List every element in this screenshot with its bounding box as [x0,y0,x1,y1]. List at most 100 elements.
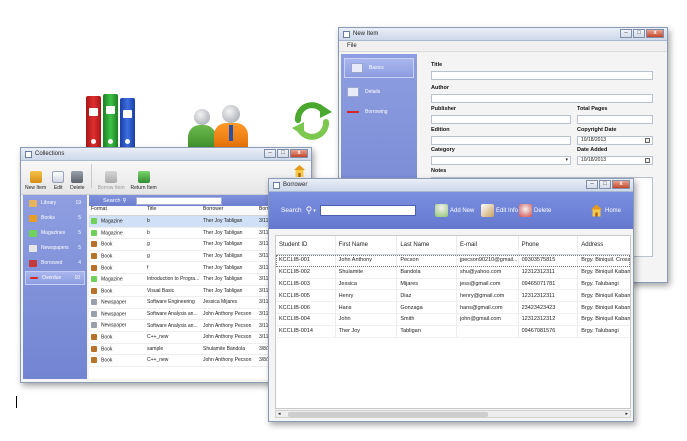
trash-icon [71,171,84,183]
newspaper-icon [91,310,97,317]
calendar-icon[interactable] [645,138,650,143]
copyright-date-label: Copyright Date [577,127,617,133]
book-icon [91,264,97,271]
add-user-icon [435,204,448,217]
text-cursor [16,396,17,408]
sidebar-item-borrowing[interactable]: Borrowing [341,102,417,122]
toolbar-separator [90,164,92,188]
book-icon [91,287,97,294]
minimize-button[interactable]: – [620,29,632,38]
title-label: Title [431,62,443,68]
search-icon: ⚲ [122,197,127,204]
table-row[interactable]: KCCLIB-006 Hans Gonzaga hans@gmail.com 23423… [276,302,630,314]
book-icon [91,357,97,364]
maximize-button[interactable]: □ [599,180,611,189]
add-new-button[interactable]: Add New [435,204,474,217]
delete-button[interactable]: Delete [70,171,85,191]
books-icon [84,92,154,152]
sidebar-item-library[interactable]: Library 19 [25,196,85,210]
book-icon [91,252,97,259]
scrollbar-thumb[interactable] [288,412,488,417]
scroll-right-icon[interactable]: ▸ [625,411,628,417]
borrower-window: Borrower – □ x Search ⚲ ▾ Add New Edit I… [268,178,634,422]
total-pages-label: Total Pages [577,106,608,112]
search-input[interactable] [319,205,416,216]
table-row[interactable]: KCCLIB-004 John Smith john@gmail.com 1231231… [276,313,630,326]
return-item-button[interactable]: Return Item [131,171,157,191]
borrow-item-button[interactable]: Borrow Item [98,171,125,191]
date-added-label: Date Added [577,147,608,153]
table-row[interactable]: KCCLIB-005 Henry Diaz henry@gmail.com 123123… [276,290,630,303]
home-button[interactable]: Home [591,204,621,217]
table-row[interactable]: KCCLIB-0014 Ther Joy Tabligan 09467081576 Br… [276,325,630,338]
sidebar-item-basics[interactable]: Basics [344,58,414,78]
title-input[interactable] [431,71,653,80]
library-icon [29,199,37,207]
edit-info-button[interactable]: Edit Info [481,204,518,217]
new-item-button[interactable]: New Item [25,171,46,191]
category-select[interactable]: ▾ [431,156,571,165]
sidebar-item-magazines[interactable]: Magazines 5 [25,226,85,240]
refresh-arrows-icon [292,102,332,140]
sidebar-item-borrowed[interactable]: Borrowed 4 [25,256,85,270]
return-item-icon [137,171,150,183]
close-button[interactable]: x [290,149,308,158]
sidebar-item-overdue[interactable]: Overdue 10 [25,271,85,285]
scroll-left-icon[interactable]: ◂ [278,411,281,417]
table-header: Student ID First Name Last Name E-mail P… [276,236,630,255]
borrower-titlebar: Borrower – □ x [269,179,633,192]
chevron-down-icon[interactable]: ▾ [313,208,316,214]
author-input[interactable] [431,94,653,103]
total-pages-input[interactable] [577,115,653,124]
calendar-icon[interactable] [645,158,650,163]
maximize-button[interactable]: □ [633,29,645,38]
horizontal-scrollbar[interactable]: ◂ ▸ [275,410,631,418]
window-title: Collections [35,151,65,157]
delete-user-icon [519,204,532,217]
table-row[interactable]: KCCLIB-003 Jessica Mijares jess@gmail.com 09… [276,278,630,291]
search-icon[interactable]: ⚲ [306,205,313,216]
book-icon [29,214,37,222]
window-icon [25,150,32,158]
publisher-input[interactable] [431,115,571,124]
table-row[interactable]: KCCLIB-002 Shulamite Bandola shu@yahoo.com 1… [276,266,630,279]
book-icon [91,241,97,248]
close-button[interactable]: x [612,180,630,189]
new-item-icon [29,171,42,183]
magazine-icon [91,218,97,225]
window-icon [273,181,280,189]
borrower-toolbar: Search ⚲ ▾ Add New Edit Info Delete Home [269,192,633,229]
magazine-icon [91,276,97,283]
copyright-date-picker[interactable]: 10/18/2013 [577,136,653,145]
close-button[interactable]: x [646,29,664,38]
minimize-button[interactable]: – [264,149,276,158]
minimize-button[interactable]: – [586,180,598,189]
search-input[interactable] [136,196,223,205]
maximize-button[interactable]: □ [277,149,289,158]
users-icon [186,97,256,153]
menu-file[interactable]: File [347,43,357,49]
table-row[interactable]: KCCLIB-001 John Anthony Pecson jpecson90210… [276,255,630,267]
delete-button[interactable]: Delete [519,204,551,217]
borrowed-icon [29,259,37,267]
edit-button[interactable]: Edit [52,171,65,191]
magazine-icon [91,229,97,236]
menu-bar: File [339,41,667,52]
edition-label: Edition [431,127,450,133]
collections-sidebar: Library 19 Books 5 Magazines 5 Newspaper… [23,195,87,379]
newspaper-icon [91,299,97,306]
collections-titlebar: Collections – □ x [21,148,311,161]
book-icon [91,334,97,341]
window-title: New Item [353,31,379,37]
author-label: Author [431,85,450,91]
home-icon[interactable] [294,165,305,177]
sidebar-item-books[interactable]: Books 5 [25,211,85,225]
date-added-picker[interactable]: 10/18/2013 [577,156,653,165]
sidebar-item-details[interactable]: Details [341,82,417,102]
book-icon [91,345,97,352]
edit-icon [52,171,65,183]
sidebar-item-newspapers[interactable]: Newspapers 5 [25,241,85,255]
chevron-down-icon: ▾ [565,157,568,163]
edit-info-icon [481,204,494,217]
edition-input[interactable] [431,136,571,145]
